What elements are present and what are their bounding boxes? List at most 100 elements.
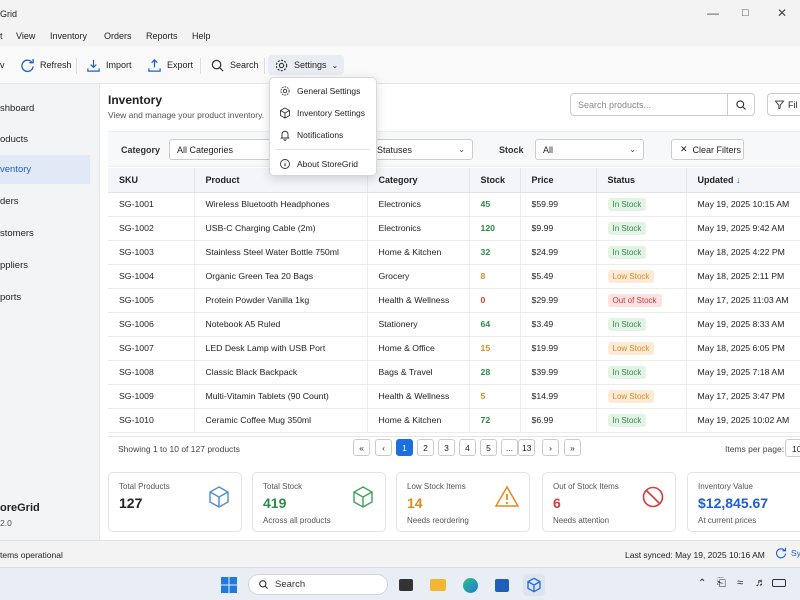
table-row[interactable]: SG-1006 Notebook A5 Ruled Stationery 64 $3.4… — [108, 312, 800, 337]
page-button[interactable]: 1 — [396, 439, 413, 456]
menu-reports[interactable]: Reports — [146, 31, 178, 41]
task-view-icon[interactable] — [395, 574, 417, 596]
sidebar-item-suppliers[interactable]: ppliers — [0, 251, 90, 280]
taskbar-search[interactable]: Search — [248, 574, 388, 595]
export-button[interactable]: Export — [147, 55, 193, 75]
stock-select[interactable]: All ⌄ — [535, 139, 644, 160]
menu-item-about[interactable]: About StoreGrid — [270, 153, 376, 175]
table-row[interactable]: SG-1008 Classic Black Backpack Bags & Trav… — [108, 360, 800, 385]
items-per-page-select[interactable]: 10 — [785, 439, 800, 457]
sidebar-item-orders[interactable]: ders — [0, 187, 90, 216]
start-icon[interactable] — [218, 574, 240, 596]
store-icon[interactable] — [491, 574, 513, 596]
table-row[interactable]: SG-1005 Protein Powder Vanilla 1kg Health … — [108, 288, 800, 313]
import-button[interactable]: Import — [86, 55, 132, 75]
import-label: Import — [106, 60, 132, 70]
table-row[interactable]: SG-1002 USB-C Charging Cable (2m) Electron… — [108, 216, 800, 241]
minimize-icon[interactable]: — — [707, 6, 719, 20]
page-button[interactable]: ... — [501, 439, 518, 456]
page-button[interactable]: 2 — [417, 439, 434, 456]
new-button[interactable]: v — [0, 55, 5, 75]
product-cell: USB-C Charging Cable (2m) — [194, 216, 368, 241]
table-row[interactable]: SG-1004 Organic Green Tea 20 Bags Grocery 8… — [108, 264, 800, 289]
sidebar-item-customers[interactable]: stomers — [0, 219, 90, 248]
card-inventory-value: Inventory Value $12,845.67 At current pr… — [687, 472, 800, 532]
menu-item-inventory-settings[interactable]: Inventory Settings — [270, 102, 376, 124]
card-low-stock: Low Stock Items 14 Needs reordering — [396, 472, 530, 532]
sync-button[interactable]: Sy — [775, 547, 800, 559]
menu-orders[interactable]: Orders — [104, 31, 132, 41]
column-header-updated[interactable]: Updated ↓ — [686, 168, 800, 193]
page-button[interactable]: ‹ — [375, 439, 392, 456]
menu-item-general-settings[interactable]: General Settings — [270, 80, 376, 102]
edge-browser-icon[interactable] — [459, 574, 481, 596]
wifi-icon[interactable]: ≈ — [737, 577, 743, 589]
filter-button[interactable]: Fil — [767, 93, 800, 116]
search-submit-button[interactable] — [727, 94, 754, 115]
sidebar-item-dashboard[interactable]: shboard — [0, 94, 90, 123]
page-button[interactable]: 13 — [518, 439, 536, 456]
page-button[interactable]: » — [564, 439, 581, 456]
storegrid-app-icon[interactable] — [523, 574, 545, 596]
page-button[interactable]: 3 — [438, 439, 455, 456]
page-button[interactable]: 4 — [459, 439, 476, 456]
category-cell: Electronics — [367, 216, 470, 241]
updated-cell: May 19, 2025 8:33 AM — [686, 312, 800, 337]
sidebar-item-inventory[interactable]: ventory — [0, 155, 90, 184]
network-icon[interactable]: ⎗ — [717, 577, 726, 590]
battery-icon[interactable] — [772, 579, 786, 587]
table-row[interactable]: SG-1010 Ceramic Coffee Mug 350ml Home & Ki… — [108, 408, 800, 433]
column-header-stock[interactable]: Stock — [469, 168, 521, 193]
updated-cell: May 19, 2025 9:42 AM — [686, 216, 800, 241]
menu-edit[interactable]: t — [0, 31, 3, 41]
filter-icon — [774, 100, 785, 110]
page-button[interactable]: › — [542, 439, 559, 456]
category-cell: Health & Wellness — [367, 384, 470, 409]
category-cell: Electronics — [367, 192, 470, 217]
menu-help[interactable]: Help — [192, 31, 211, 41]
clear-filters-button[interactable]: ✕ Clear Filters — [671, 139, 744, 160]
price-cell: $59.99 — [520, 192, 597, 217]
column-header-price[interactable]: Price — [520, 168, 597, 193]
chevron-down-icon: ⌄ — [629, 145, 636, 154]
sidebar-item-products[interactable]: oducts — [0, 125, 90, 154]
table-row[interactable]: SG-1007 LED Desk Lamp with USB Port Home &… — [108, 336, 800, 361]
sidebar-item-label: shboard — [0, 103, 35, 114]
chevron-up-icon[interactable]: ⌃ — [698, 578, 706, 589]
sku-cell: SG-1004 — [108, 264, 195, 289]
product-cell: Organic Green Tea 20 Bags — [194, 264, 368, 289]
file-explorer-icon[interactable] — [427, 574, 449, 596]
status-select[interactable]: Statuses ⌄ — [369, 139, 473, 160]
menu-inventory[interactable]: Inventory — [50, 31, 87, 41]
close-icon[interactable]: ✕ — [777, 6, 787, 20]
refresh-icon — [21, 58, 34, 72]
maximize-icon[interactable]: □ — [742, 6, 749, 20]
menu-divider — [276, 149, 370, 150]
menu-item-notifications[interactable]: Notifications — [270, 124, 376, 146]
table-row[interactable]: SG-1001 Wireless Bluetooth Headphones Elec… — [108, 192, 800, 217]
cube-icon — [527, 577, 541, 593]
category-cell: Stationery — [367, 312, 470, 337]
table-row[interactable]: SG-1009 Multi-Vitamin Tablets (90 Count) H… — [108, 384, 800, 409]
table-row[interactable]: SG-1003 Stainless Steel Water Bottle 750m… — [108, 240, 800, 265]
price-cell: $39.99 — [520, 360, 597, 385]
price-cell: $9.99 — [520, 216, 597, 241]
settings-button[interactable]: Settings ⌄ — [268, 55, 345, 75]
gear-icon — [275, 59, 288, 71]
product-search-input[interactable]: Search products... — [570, 93, 755, 116]
status-badge: Low Stock — [607, 269, 655, 283]
page-button[interactable]: 5 — [480, 439, 497, 456]
menu-view[interactable]: View — [16, 31, 35, 41]
stock-cell: 15 — [469, 336, 521, 361]
column-header-status[interactable]: Status — [596, 168, 687, 193]
sidebar-item-reports[interactable]: ports — [0, 283, 90, 312]
volume-icon[interactable]: ♬ — [755, 577, 766, 589]
pagination-info: Showing 1 to 10 of 127 products — [118, 444, 240, 454]
refresh-button[interactable]: Refresh — [20, 55, 72, 75]
search-button[interactable]: Search — [210, 55, 259, 75]
page-button[interactable]: « — [353, 439, 370, 456]
clear-filters-label: Clear Filters — [692, 144, 742, 155]
prohibited-icon — [642, 486, 664, 508]
column-header-category[interactable]: Category — [367, 168, 470, 193]
column-header-sku[interactable]: SKU — [108, 168, 195, 193]
